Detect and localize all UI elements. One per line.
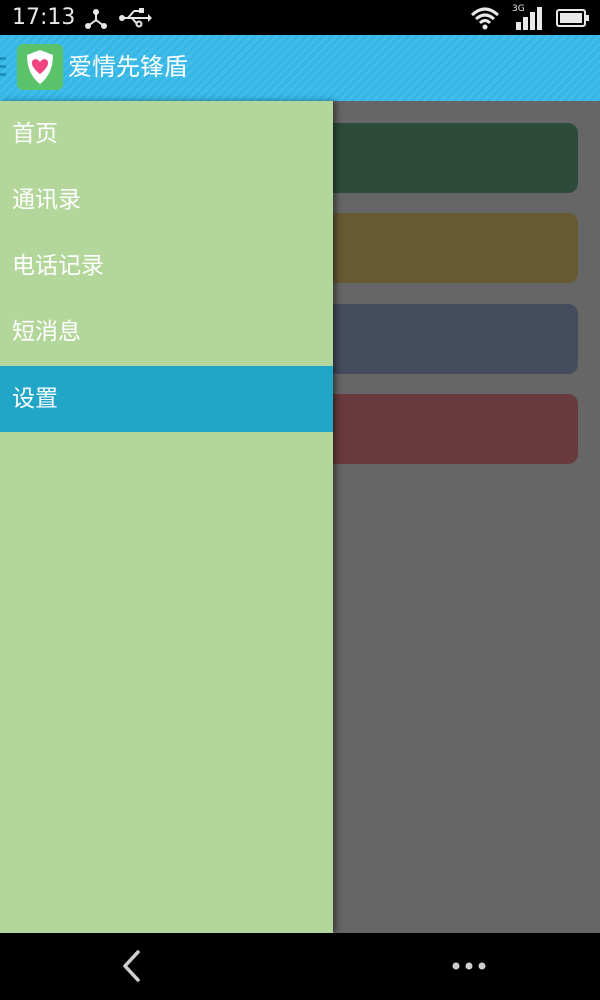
status-bar: 17:13 3G [0, 0, 600, 35]
drawer-item-label: 短消息 [12, 319, 81, 345]
drawer-item-label: 设置 [12, 386, 58, 412]
content-card[interactable] [300, 394, 578, 464]
drawer-item-label: 电话记录 [12, 253, 104, 279]
status-time: 17:13 [12, 5, 76, 30]
wifi-icon [470, 7, 500, 30]
drawer-item-contacts[interactable]: 通讯录 [0, 167, 333, 233]
drawer-item-messages[interactable]: 短消息 [0, 299, 333, 365]
content-card[interactable] [300, 304, 578, 374]
navigation-bar [0, 933, 600, 1000]
3g-signal-icon [516, 7, 542, 30]
heart-shield-icon[interactable] [17, 44, 63, 90]
back-icon[interactable] [118, 949, 146, 983]
usb-icon [119, 8, 152, 28]
share-icon [85, 9, 107, 29]
app-title: 爱情先锋盾 [68, 53, 188, 81]
more-icon[interactable] [450, 959, 490, 973]
battery-icon [556, 9, 589, 27]
screen: 17:13 3G 爱情先锋盾 首页 通讯录 电话记录 短消息 设置 [0, 0, 600, 1000]
drawer-item-label: 通讯录 [12, 187, 81, 213]
app-bar: 爱情先锋盾 [0, 35, 600, 102]
drawer-item-label: 首页 [12, 121, 58, 147]
content-card[interactable] [300, 123, 578, 193]
drawer-item-home[interactable]: 首页 [0, 101, 333, 167]
navigation-drawer: 首页 通讯录 电话记录 短消息 设置 [0, 101, 333, 933]
content-card[interactable] [300, 213, 578, 283]
drawer-item-settings[interactable]: 设置 [0, 366, 333, 432]
drawer-toggle-icon[interactable] [0, 57, 6, 79]
drawer-item-call-log[interactable]: 电话记录 [0, 233, 333, 299]
